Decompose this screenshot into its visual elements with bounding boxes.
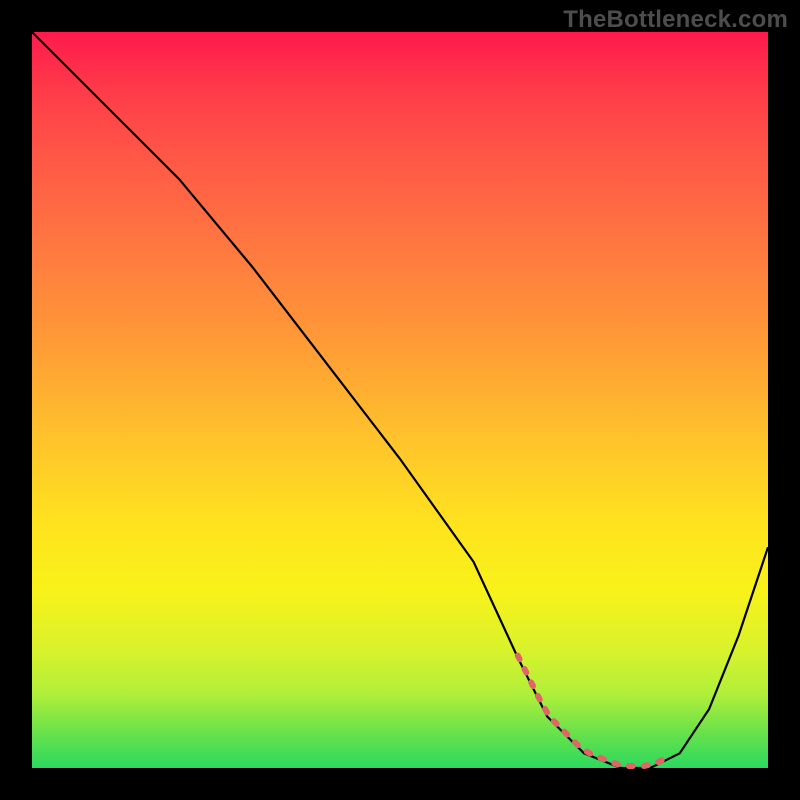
bottleneck-curve [32, 32, 768, 768]
highlight-flat-region [518, 656, 665, 766]
watermark-label: TheBottleneck.com [563, 6, 788, 34]
bottleneck-curve-svg [32, 32, 768, 768]
plot-area [32, 32, 768, 768]
chart-frame: TheBottleneck.com [0, 0, 800, 800]
